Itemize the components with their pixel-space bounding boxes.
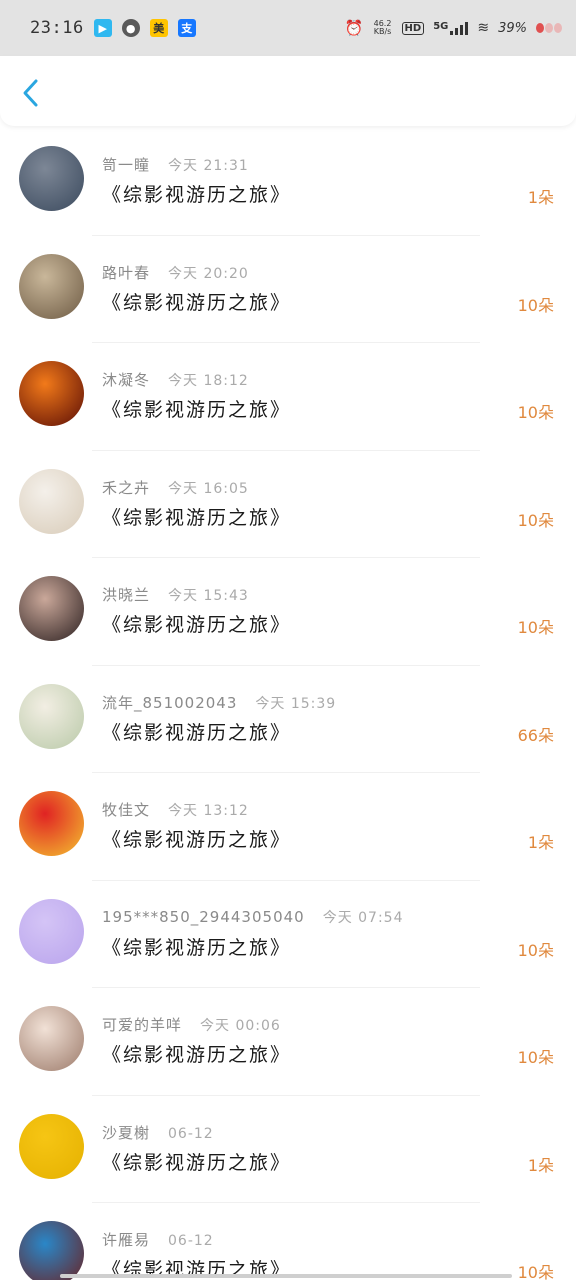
avatar[interactable] [19,146,84,211]
avatar[interactable] [19,253,84,319]
timestamp: 今天 15:43 [168,588,249,604]
book-title: 《综影视游历之旅》 [102,1044,292,1066]
video-app-icon: ▶ [93,19,112,37]
timestamp: 06-12 [168,1233,214,1249]
wechat-icon: ● [121,19,140,37]
gift-record-list: 笥一瞳 今天 21:31 《综影视游历之旅》 1朵 路叶春 今天 20:20 《综影视游历之… [0,128,576,1280]
gift-count: 10朵 [517,618,554,637]
signal-group: 5G [433,21,469,35]
scrollbar[interactable] [60,1274,512,1278]
entry-meta: 路叶春 今天 20:20 [102,262,249,283]
notification-icons: ▶ ● 美 支 [93,19,196,37]
user-name[interactable]: 许雁易 [102,1229,150,1250]
avatar[interactable] [19,791,84,856]
gift-count: 10朵 [517,295,554,315]
avatar[interactable] [19,361,84,426]
timestamp: 今天 18:12 [168,373,249,389]
list-item[interactable]: 195***850_2944305040 今天 07:54 《综影视游历之旅》 10朵 [0,881,576,988]
timestamp: 06-12 [168,1125,214,1142]
user-name[interactable]: 195***850_2944305040 [102,908,305,926]
book-title: 《综影视游历之旅》 [102,291,292,314]
timestamp: 今天 16:05 [168,480,249,497]
gift-count: 10朵 [517,940,554,960]
list-item[interactable]: 许雁易 06-12 《综影视游历之旅》 10朵 [0,1203,576,1280]
net-speed: 46.2 KB/s [373,20,393,36]
entry-meta: 沙夏榭 06-12 [102,1122,214,1143]
book-title: 《综影视游历之旅》 [102,614,292,636]
avatar[interactable] [19,1113,84,1179]
book-title: 《综影视游历之旅》 [102,506,292,529]
gift-count: 1朵 [527,188,554,207]
book-title: 《综影视游历之旅》 [102,399,292,421]
avatar[interactable] [19,1006,84,1071]
meituan-icon: 美 [149,19,168,37]
status-bar: 23:16 ▶ ● 美 支 ⏰ 46.2 KB/s HD 5G ≋ 39% [0,0,576,56]
back-button[interactable] [16,76,48,108]
user-name[interactable]: 路叶春 [102,262,150,283]
alipay-icon: 支 [177,19,196,37]
list-item[interactable]: 流年_851002043 今天 15:39 《综影视游历之旅》 66朵 [0,666,576,773]
avatar[interactable] [19,576,84,641]
list-item[interactable]: 洪晓兰 今天 15:43 《综影视游历之旅》 10朵 [0,558,576,666]
list-item[interactable]: 禾之卉 今天 16:05 《综影视游历之旅》 10朵 [0,451,576,558]
top-bar [0,56,576,126]
avatar[interactable] [19,468,84,534]
book-title: 《综影视游历之旅》 [102,184,292,206]
gift-count: 1朵 [527,1155,554,1175]
chevron-left-icon [23,79,38,107]
gift-count: 10朵 [517,510,554,530]
battery-percent: 39% [498,20,527,36]
entry-meta: 笥一瞳 今天 21:31 [102,154,249,175]
entry-meta: 洪晓兰 今天 15:43 [102,584,249,605]
timestamp: 今天 15:39 [255,695,337,712]
network-type: 5G [433,21,449,32]
entry-meta: 许雁易 06-12 [102,1229,214,1250]
user-name[interactable]: 沐凝冬 [102,369,150,390]
list-item[interactable]: 笥一瞳 今天 21:31 《综影视游历之旅》 1朵 [0,128,576,236]
entry-meta: 流年_851002043 今天 15:39 [102,692,336,713]
list-item[interactable]: 可爱的羊咩 今天 00:06 《综影视游历之旅》 10朵 [0,988,576,1096]
avatar[interactable] [19,898,84,964]
entry-meta: 牧佳文 今天 13:12 [102,799,249,820]
timestamp: 今天 07:54 [322,909,404,926]
entry-meta: 195***850_2944305040 今天 07:54 [102,907,404,927]
book-title: 《综影视游历之旅》 [102,829,292,851]
gift-count: 10朵 [517,1048,554,1067]
gift-count: 1朵 [527,833,554,852]
user-name[interactable]: 牧佳文 [102,799,150,820]
list-item[interactable]: 沙夏榭 06-12 《综影视游历之旅》 1朵 [0,1096,576,1203]
timestamp: 今天 00:06 [200,1018,281,1034]
user-name[interactable]: 沙夏榭 [102,1122,150,1143]
user-name[interactable]: 洪晓兰 [102,584,150,605]
timestamp: 今天 21:31 [168,158,249,174]
entry-meta: 禾之卉 今天 16:05 [102,477,249,498]
book-title: 《综影视游历之旅》 [102,1151,292,1174]
book-title: 《综影视游历之旅》 [102,936,292,959]
list-item[interactable]: 牧佳文 今天 13:12 《综影视游历之旅》 1朵 [0,773,576,881]
wifi-icon: ≋ [477,20,490,36]
user-name[interactable]: 流年_851002043 [102,692,237,713]
timestamp: 今天 20:20 [168,265,249,282]
entry-meta: 沐凝冬 今天 18:12 [102,369,249,390]
battery-icon [536,23,562,33]
avatar[interactable] [19,683,84,749]
gift-count: 10朵 [517,403,554,422]
avatar[interactable] [19,1221,84,1280]
user-name[interactable]: 可爱的羊咩 [102,1014,182,1035]
gift-count: 66朵 [517,725,554,745]
status-time: 23:16 [30,18,84,38]
alarm-icon: ⏰ [344,19,364,37]
net-speed-unit: KB/s [373,27,392,36]
list-item[interactable]: 路叶春 今天 20:20 《综影视游历之旅》 10朵 [0,236,576,343]
book-title: 《综影视游历之旅》 [102,721,292,744]
timestamp: 今天 13:12 [168,803,249,819]
entry-meta: 可爱的羊咩 今天 00:06 [102,1014,281,1035]
user-name[interactable]: 笥一瞳 [102,154,150,175]
gift-count: 10朵 [517,1263,554,1280]
user-name[interactable]: 禾之卉 [102,477,150,498]
list-item[interactable]: 沐凝冬 今天 18:12 《综影视游历之旅》 10朵 [0,343,576,451]
hd-icon: HD [401,21,425,35]
signal-icon [450,21,469,35]
